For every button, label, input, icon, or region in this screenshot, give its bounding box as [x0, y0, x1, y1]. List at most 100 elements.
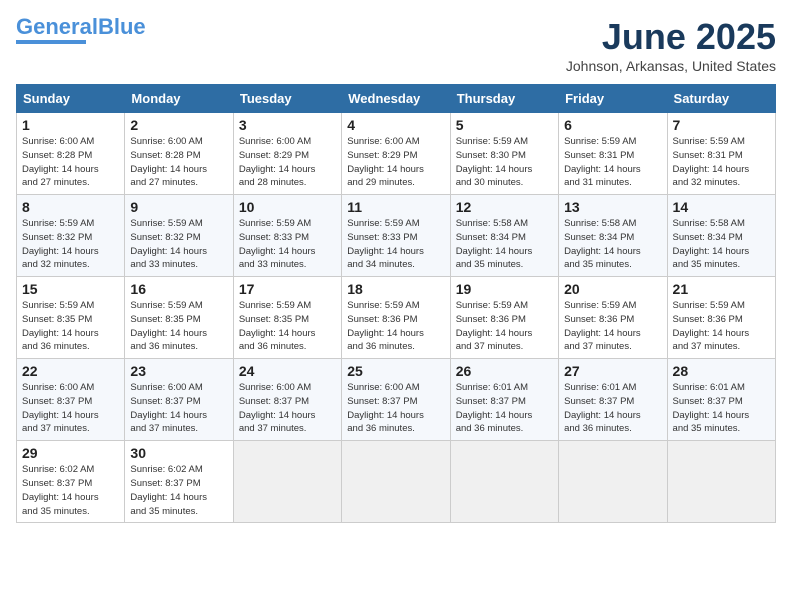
- weekday-header-saturday: Saturday: [667, 85, 775, 113]
- day-number: 27: [564, 363, 661, 379]
- weekday-header-tuesday: Tuesday: [233, 85, 341, 113]
- calendar-cell: 28 Sunrise: 6:01 AMSunset: 8:37 PMDaylig…: [667, 359, 775, 441]
- day-info: Sunrise: 6:00 AMSunset: 8:29 PMDaylight:…: [239, 136, 316, 188]
- day-info: Sunrise: 6:01 AMSunset: 8:37 PMDaylight:…: [673, 382, 750, 434]
- day-number: 26: [456, 363, 553, 379]
- weekday-header-monday: Monday: [125, 85, 233, 113]
- day-number: 16: [130, 281, 227, 297]
- day-info: Sunrise: 6:00 AMSunset: 8:29 PMDaylight:…: [347, 136, 424, 188]
- calendar-cell: 29 Sunrise: 6:02 AMSunset: 8:37 PMDaylig…: [17, 441, 125, 523]
- day-info: Sunrise: 5:59 AMSunset: 8:36 PMDaylight:…: [564, 300, 641, 352]
- day-number: 20: [564, 281, 661, 297]
- calendar-cell: [233, 441, 341, 523]
- day-number: 6: [564, 117, 661, 133]
- day-info: Sunrise: 5:59 AMSunset: 8:36 PMDaylight:…: [347, 300, 424, 352]
- calendar-cell: 27 Sunrise: 6:01 AMSunset: 8:37 PMDaylig…: [559, 359, 667, 441]
- day-info: Sunrise: 5:59 AMSunset: 8:30 PMDaylight:…: [456, 136, 533, 188]
- calendar-cell: 3 Sunrise: 6:00 AMSunset: 8:29 PMDayligh…: [233, 113, 341, 195]
- weekday-header-friday: Friday: [559, 85, 667, 113]
- day-number: 13: [564, 199, 661, 215]
- calendar-week-row: 29 Sunrise: 6:02 AMSunset: 8:37 PMDaylig…: [17, 441, 776, 523]
- calendar-cell: 15 Sunrise: 5:59 AMSunset: 8:35 PMDaylig…: [17, 277, 125, 359]
- day-number: 12: [456, 199, 553, 215]
- day-number: 30: [130, 445, 227, 461]
- calendar-cell: 25 Sunrise: 6:00 AMSunset: 8:37 PMDaylig…: [342, 359, 450, 441]
- calendar-cell: 18 Sunrise: 5:59 AMSunset: 8:36 PMDaylig…: [342, 277, 450, 359]
- calendar-cell: 12 Sunrise: 5:58 AMSunset: 8:34 PMDaylig…: [450, 195, 558, 277]
- day-info: Sunrise: 5:59 AMSunset: 8:35 PMDaylight:…: [22, 300, 99, 352]
- month-title: June 2025: [566, 16, 776, 58]
- calendar-cell: [667, 441, 775, 523]
- day-number: 1: [22, 117, 119, 133]
- header: GeneralBlue June 2025 Johnson, Arkansas,…: [16, 16, 776, 74]
- calendar-cell: 6 Sunrise: 5:59 AMSunset: 8:31 PMDayligh…: [559, 113, 667, 195]
- day-number: 8: [22, 199, 119, 215]
- title-area: June 2025 Johnson, Arkansas, United Stat…: [566, 16, 776, 74]
- day-number: 19: [456, 281, 553, 297]
- location-subtitle: Johnson, Arkansas, United States: [566, 58, 776, 74]
- day-info: Sunrise: 6:00 AMSunset: 8:28 PMDaylight:…: [22, 136, 99, 188]
- day-info: Sunrise: 5:59 AMSunset: 8:33 PMDaylight:…: [239, 218, 316, 270]
- calendar-week-row: 22 Sunrise: 6:00 AMSunset: 8:37 PMDaylig…: [17, 359, 776, 441]
- calendar-cell: 2 Sunrise: 6:00 AMSunset: 8:28 PMDayligh…: [125, 113, 233, 195]
- day-number: 17: [239, 281, 336, 297]
- day-info: Sunrise: 6:00 AMSunset: 8:37 PMDaylight:…: [239, 382, 316, 434]
- calendar-cell: 10 Sunrise: 5:59 AMSunset: 8:33 PMDaylig…: [233, 195, 341, 277]
- day-info: Sunrise: 6:00 AMSunset: 8:37 PMDaylight:…: [347, 382, 424, 434]
- logo-general: General: [16, 14, 98, 39]
- day-number: 7: [673, 117, 770, 133]
- day-info: Sunrise: 5:59 AMSunset: 8:33 PMDaylight:…: [347, 218, 424, 270]
- calendar-cell: [342, 441, 450, 523]
- calendar-cell: 16 Sunrise: 5:59 AMSunset: 8:35 PMDaylig…: [125, 277, 233, 359]
- day-number: 24: [239, 363, 336, 379]
- logo-underline: [16, 40, 86, 44]
- calendar-cell: [559, 441, 667, 523]
- calendar-header-row: SundayMondayTuesdayWednesdayThursdayFrid…: [17, 85, 776, 113]
- calendar-cell: 14 Sunrise: 5:58 AMSunset: 8:34 PMDaylig…: [667, 195, 775, 277]
- day-info: Sunrise: 5:59 AMSunset: 8:35 PMDaylight:…: [130, 300, 207, 352]
- calendar-cell: 7 Sunrise: 5:59 AMSunset: 8:31 PMDayligh…: [667, 113, 775, 195]
- calendar-week-row: 8 Sunrise: 5:59 AMSunset: 8:32 PMDayligh…: [17, 195, 776, 277]
- day-info: Sunrise: 5:58 AMSunset: 8:34 PMDaylight:…: [456, 218, 533, 270]
- calendar-cell: 20 Sunrise: 5:59 AMSunset: 8:36 PMDaylig…: [559, 277, 667, 359]
- calendar-cell: [450, 441, 558, 523]
- day-info: Sunrise: 5:59 AMSunset: 8:31 PMDaylight:…: [564, 136, 641, 188]
- weekday-header-wednesday: Wednesday: [342, 85, 450, 113]
- day-number: 15: [22, 281, 119, 297]
- day-number: 28: [673, 363, 770, 379]
- calendar-cell: 22 Sunrise: 6:00 AMSunset: 8:37 PMDaylig…: [17, 359, 125, 441]
- day-number: 5: [456, 117, 553, 133]
- day-info: Sunrise: 6:02 AMSunset: 8:37 PMDaylight:…: [22, 464, 99, 516]
- calendar-cell: 17 Sunrise: 5:59 AMSunset: 8:35 PMDaylig…: [233, 277, 341, 359]
- day-number: 2: [130, 117, 227, 133]
- day-info: Sunrise: 5:59 AMSunset: 8:36 PMDaylight:…: [673, 300, 750, 352]
- calendar-cell: 30 Sunrise: 6:02 AMSunset: 8:37 PMDaylig…: [125, 441, 233, 523]
- day-info: Sunrise: 6:02 AMSunset: 8:37 PMDaylight:…: [130, 464, 207, 516]
- calendar-cell: 19 Sunrise: 5:59 AMSunset: 8:36 PMDaylig…: [450, 277, 558, 359]
- day-number: 29: [22, 445, 119, 461]
- day-info: Sunrise: 5:59 AMSunset: 8:32 PMDaylight:…: [22, 218, 99, 270]
- logo-blue: Blue: [98, 14, 146, 39]
- day-number: 22: [22, 363, 119, 379]
- day-info: Sunrise: 6:00 AMSunset: 8:37 PMDaylight:…: [22, 382, 99, 434]
- day-number: 14: [673, 199, 770, 215]
- day-info: Sunrise: 6:00 AMSunset: 8:28 PMDaylight:…: [130, 136, 207, 188]
- day-info: Sunrise: 5:59 AMSunset: 8:36 PMDaylight:…: [456, 300, 533, 352]
- day-info: Sunrise: 5:58 AMSunset: 8:34 PMDaylight:…: [673, 218, 750, 270]
- calendar-cell: 26 Sunrise: 6:01 AMSunset: 8:37 PMDaylig…: [450, 359, 558, 441]
- calendar-cell: 8 Sunrise: 5:59 AMSunset: 8:32 PMDayligh…: [17, 195, 125, 277]
- calendar-cell: 9 Sunrise: 5:59 AMSunset: 8:32 PMDayligh…: [125, 195, 233, 277]
- day-number: 4: [347, 117, 444, 133]
- day-info: Sunrise: 6:00 AMSunset: 8:37 PMDaylight:…: [130, 382, 207, 434]
- calendar-cell: 1 Sunrise: 6:00 AMSunset: 8:28 PMDayligh…: [17, 113, 125, 195]
- calendar-cell: 13 Sunrise: 5:58 AMSunset: 8:34 PMDaylig…: [559, 195, 667, 277]
- calendar-cell: 11 Sunrise: 5:59 AMSunset: 8:33 PMDaylig…: [342, 195, 450, 277]
- calendar-cell: 21 Sunrise: 5:59 AMSunset: 8:36 PMDaylig…: [667, 277, 775, 359]
- day-info: Sunrise: 6:01 AMSunset: 8:37 PMDaylight:…: [564, 382, 641, 434]
- day-info: Sunrise: 5:59 AMSunset: 8:32 PMDaylight:…: [130, 218, 207, 270]
- calendar-cell: 24 Sunrise: 6:00 AMSunset: 8:37 PMDaylig…: [233, 359, 341, 441]
- calendar-week-row: 15 Sunrise: 5:59 AMSunset: 8:35 PMDaylig…: [17, 277, 776, 359]
- calendar-body: 1 Sunrise: 6:00 AMSunset: 8:28 PMDayligh…: [17, 113, 776, 523]
- weekday-header-sunday: Sunday: [17, 85, 125, 113]
- day-number: 11: [347, 199, 444, 215]
